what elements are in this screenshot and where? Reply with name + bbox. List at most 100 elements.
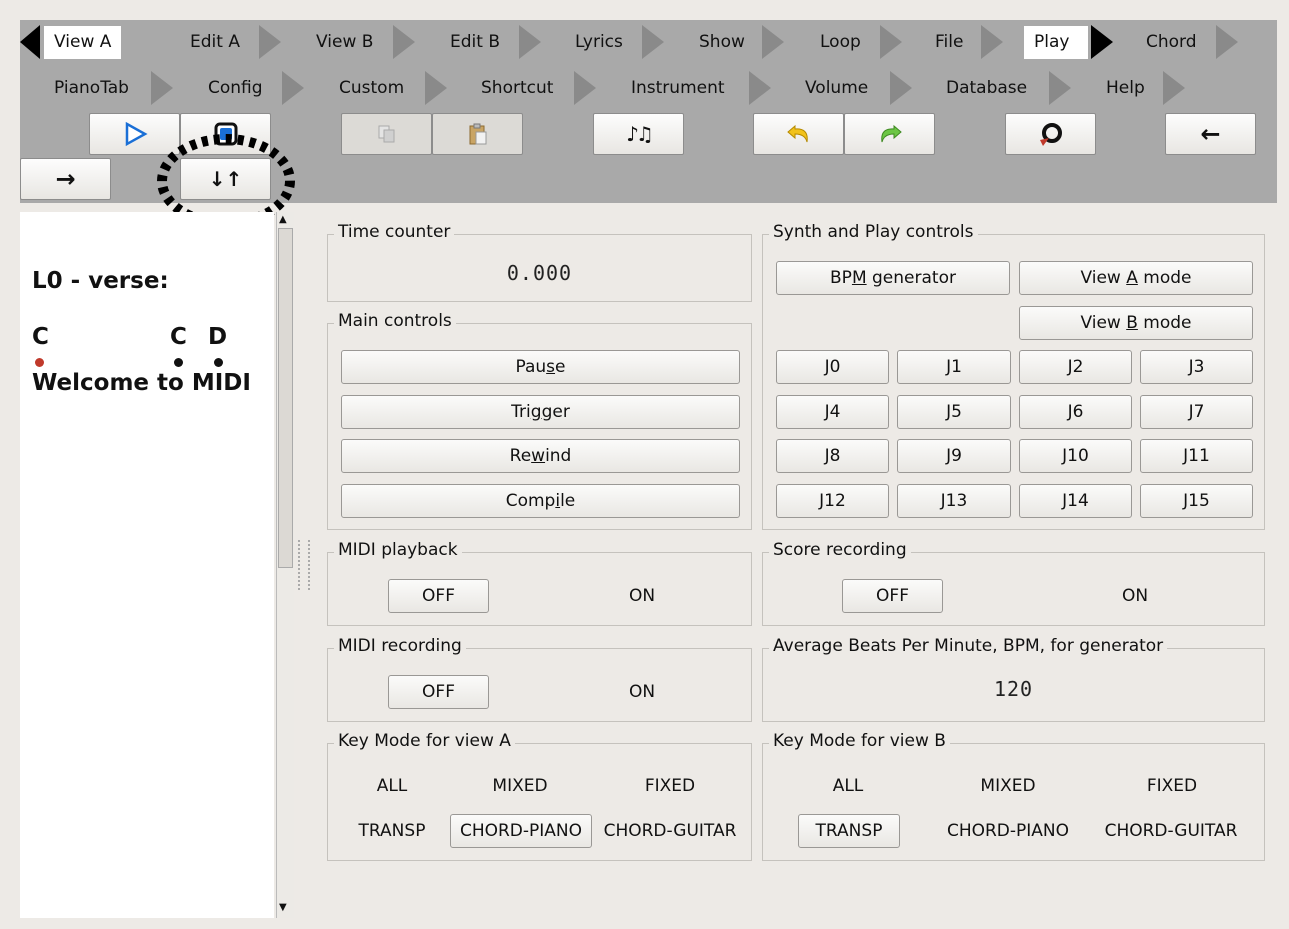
jump-button[interactable]: J12 [776,484,889,518]
bpm-generator-button[interactable]: BPM generator [776,261,1010,295]
key-mode-b-fixed[interactable]: FIXED [1112,769,1232,803]
redo-button[interactable] [844,113,935,155]
arrow-icon [880,25,902,59]
section-label: L0 - verse: [32,268,169,294]
arrow-left-button[interactable]: ← [1165,113,1256,155]
midi-playback-on-option[interactable]: ON [592,579,692,613]
splitter-handle[interactable] [298,540,310,590]
scroll-down-icon[interactable]: ▼ [279,902,287,913]
arrow-icon [282,71,304,105]
jump-button[interactable]: J2 [1019,350,1132,384]
tab-chord[interactable]: Chord [1136,26,1207,59]
tab-view-a[interactable]: View A [44,26,122,59]
lyrics-scrollbar[interactable]: ▲ ▼ [276,212,294,918]
arrow-icon [890,71,912,105]
tab-loop[interactable]: Loop [810,26,871,59]
score-recording-off-button[interactable]: OFF [842,579,943,613]
note-dot [214,358,223,367]
rewind-button[interactable]: Rewind [341,439,740,473]
jump-button[interactable]: J1 [897,350,1011,384]
jump-button[interactable]: J10 [1019,439,1132,473]
key-mode-a-all[interactable]: ALL [338,769,446,803]
jump-button[interactable]: J0 [776,350,889,384]
tab-edit-a[interactable]: Edit A [180,26,250,59]
group-title: Key Mode for view A [334,731,515,751]
tab-instrument[interactable]: Instrument [621,72,735,105]
bpm-group: Average Beats Per Minute, BPM, for gener… [762,636,1265,722]
midi-recording-on-option[interactable]: ON [592,675,692,709]
chord-label: C [170,324,187,350]
view-a-mode-button[interactable]: View A mode [1019,261,1253,295]
jump-button[interactable]: J3 [1140,350,1253,384]
main-controls-group: Main controls Pause Trigger Rewind Compi… [327,311,752,530]
pause-button[interactable]: Pause [341,350,740,384]
jump-button[interactable]: J6 [1019,395,1132,429]
midi-playback-off-button[interactable]: OFF [388,579,489,613]
trigger-button[interactable]: Trigger [341,395,740,429]
scroll-up-icon[interactable]: ▲ [279,214,287,225]
jump-button[interactable]: J11 [1140,439,1253,473]
tab-shortcut[interactable]: Shortcut [471,72,563,105]
undo-icon [786,124,808,143]
tab-volume[interactable]: Volume [795,72,878,105]
group-title: MIDI recording [334,636,466,656]
group-title: Main controls [334,311,456,331]
arrow-icon [762,25,784,59]
paste-button[interactable] [432,113,523,155]
tab-play[interactable]: Play [1024,26,1088,59]
tab-view-b[interactable]: View B [306,26,383,59]
tab-lyrics[interactable]: Lyrics [565,26,633,59]
key-mode-b-mixed[interactable]: MIXED [948,769,1068,803]
scroll-thumb[interactable] [278,228,293,568]
chord-label: C [32,324,49,350]
arrow-icon [642,25,664,59]
tab-config[interactable]: Config [198,72,273,105]
key-mode-a-fixed[interactable]: FIXED [611,769,729,803]
view-b-mode-button[interactable]: View B mode [1019,306,1253,340]
loop-button[interactable] [1005,113,1096,155]
midi-recording-off-button[interactable]: OFF [388,675,489,709]
key-mode-a-chord-guitar[interactable]: CHORD-GUITAR [600,814,740,848]
arrow-icon [519,25,541,59]
key-mode-b-chord-piano[interactable]: CHORD-PIANO [935,814,1081,848]
lyrics-panel[interactable]: L0 - verse: C C D Welcome to MIDI [20,212,274,918]
tab-help[interactable]: Help [1096,72,1155,105]
score-recording-on-option[interactable]: ON [1085,579,1185,613]
arrow-right-button[interactable]: → [20,158,111,200]
group-title: Score recording [769,540,911,560]
tab-edit-b[interactable]: Edit B [440,26,510,59]
tab-file[interactable]: File [925,26,973,59]
key-mode-b-all[interactable]: ALL [798,769,898,803]
scroll-left-icon[interactable] [20,25,40,59]
key-mode-a-chord-piano[interactable]: CHORD-PIANO [450,814,592,848]
tab-custom[interactable]: Custom [329,72,414,105]
paste-icon [469,123,486,145]
tab-pianotab[interactable]: PianoTab [44,72,139,105]
jump-button[interactable]: J13 [897,484,1011,518]
key-mode-b-group: Key Mode for view B ALL MIXED FIXED TRAN… [762,731,1265,861]
jump-button[interactable]: J5 [897,395,1011,429]
key-mode-a-mixed[interactable]: MIXED [465,769,575,803]
tab-database[interactable]: Database [936,72,1037,105]
jump-button[interactable]: J8 [776,439,889,473]
time-counter-display: 0.000 [506,261,573,285]
compile-button[interactable]: Compile [341,484,740,518]
jump-button[interactable]: J9 [897,439,1011,473]
jump-button[interactable]: J4 [776,395,889,429]
arrow-icon [393,25,415,59]
key-mode-b-chord-guitar[interactable]: CHORD-GUITAR [1093,814,1249,848]
notes-button[interactable]: ♪♫ [593,113,684,155]
tab-show[interactable]: Show [689,26,755,59]
jump-button[interactable]: J14 [1019,484,1132,518]
jump-button[interactable]: J7 [1140,395,1253,429]
jump-button[interactable]: J15 [1140,484,1253,518]
active-note-dot [35,358,44,367]
key-mode-a-transp[interactable]: TRANSP [338,814,446,848]
key-mode-b-transp[interactable]: TRANSP [798,814,900,848]
bpm-display: 120 [993,677,1034,701]
copy-button[interactable] [341,113,432,155]
synth-controls-group: Synth and Play controls BPM generator Vi… [762,222,1265,530]
arrow-icon [574,71,596,105]
undo-button[interactable] [753,113,844,155]
key-mode-a-group: Key Mode for view A ALL MIXED FIXED TRAN… [327,731,752,861]
